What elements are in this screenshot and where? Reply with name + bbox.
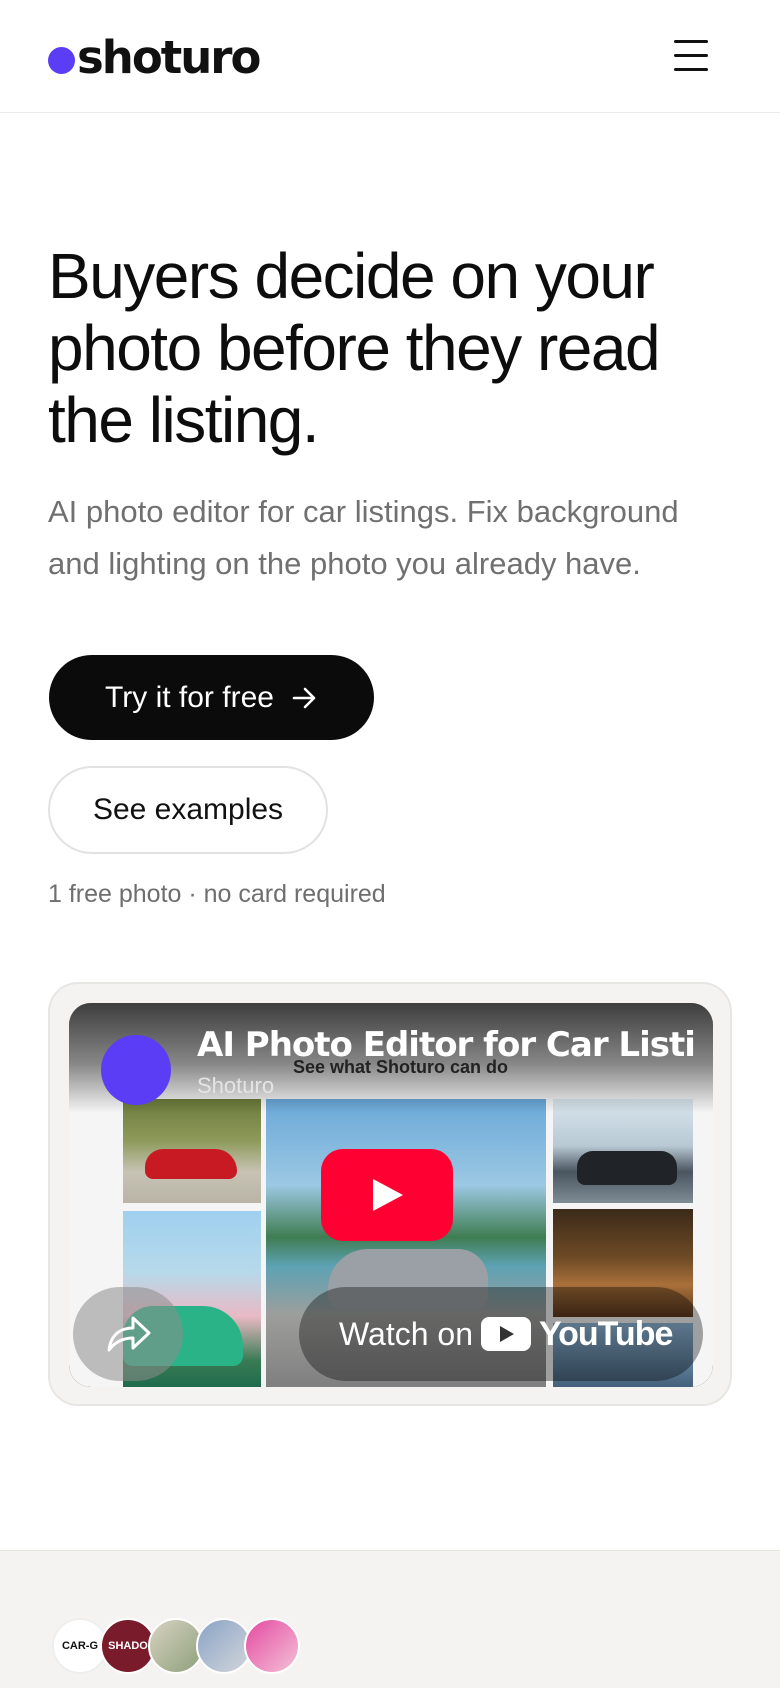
youtube-wordmark: YouTube xyxy=(538,1314,673,1353)
channel-avatar[interactable] xyxy=(101,1035,171,1105)
video-card: See what Shoturo can do AI Photo Editor … xyxy=(48,982,732,1406)
see-examples-button[interactable]: See examples xyxy=(48,766,328,854)
share-icon xyxy=(107,1316,151,1352)
arrow-right-icon xyxy=(292,687,316,708)
logo-text: shoturo xyxy=(77,30,261,84)
youtube-embed[interactable]: See what Shoturo can do AI Photo Editor … xyxy=(69,1003,713,1387)
share-button[interactable] xyxy=(73,1287,183,1381)
video-title[interactable]: AI Photo Editor for Car Listings xyxy=(197,1025,697,1069)
logo[interactable]: shoturo xyxy=(48,30,261,84)
youtube-logo-icon xyxy=(480,1317,531,1351)
thumbnail-tile xyxy=(123,1099,261,1203)
thumbnail-tile xyxy=(553,1099,693,1203)
avatar xyxy=(244,1618,300,1674)
customer-avatars: CAR-G SHADO xyxy=(52,1618,300,1676)
try-free-button[interactable]: Try it for free xyxy=(49,655,374,740)
hero-subtitle: AI photo editor for car listings. Fix ba… xyxy=(48,494,679,581)
hero-title: Buyers decide on your photo before they … xyxy=(48,240,661,456)
channel-name[interactable]: Shoturo xyxy=(197,1073,274,1099)
logo-dot-icon xyxy=(48,46,75,74)
play-button[interactable] xyxy=(321,1149,453,1241)
hamburger-menu-icon[interactable] xyxy=(670,38,712,74)
free-note: 1 free photo · no card required xyxy=(48,880,386,908)
watch-on-label: Watch on xyxy=(339,1315,473,1352)
watch-on-youtube-button[interactable]: Watch on YouTube xyxy=(299,1287,703,1381)
try-free-label: Try it for free xyxy=(105,680,274,714)
play-icon xyxy=(373,1179,403,1211)
site-header: shoturo xyxy=(0,0,780,113)
